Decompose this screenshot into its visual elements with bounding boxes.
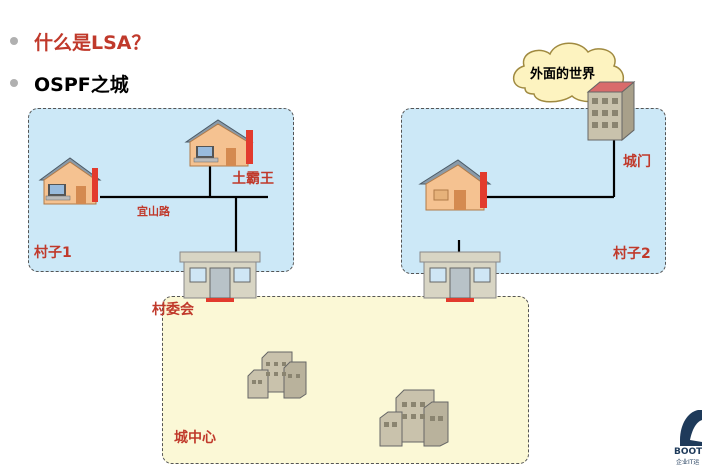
- committee-building-1: [179, 251, 261, 302]
- label-yishanlu: 宜山路: [137, 205, 170, 218]
- label-citygate: 城门: [623, 154, 651, 170]
- tall-building-citygate: [586, 80, 636, 142]
- label-village2: 村子2: [613, 246, 651, 262]
- label-citycenter: 城中心: [174, 430, 216, 446]
- committee-building-2: [419, 251, 501, 302]
- label-tubawang: 土霸王: [232, 171, 274, 187]
- logo-subtext: 企业IT运: [676, 459, 700, 466]
- house-village2: [418, 159, 492, 211]
- house-left: [38, 157, 102, 205]
- logo-text: BOOTC: [674, 447, 702, 457]
- house-tubawang: [184, 119, 254, 167]
- logo-icon: [680, 410, 702, 446]
- diagram-canvas: [38, 42, 702, 447]
- label-village1: 村子1: [34, 245, 72, 261]
- label-committee: 村委会: [152, 302, 194, 318]
- city-buildings-2: [379, 389, 449, 447]
- label-outside-world: 外面的世界: [530, 67, 596, 82]
- city-buildings-1: [247, 351, 307, 399]
